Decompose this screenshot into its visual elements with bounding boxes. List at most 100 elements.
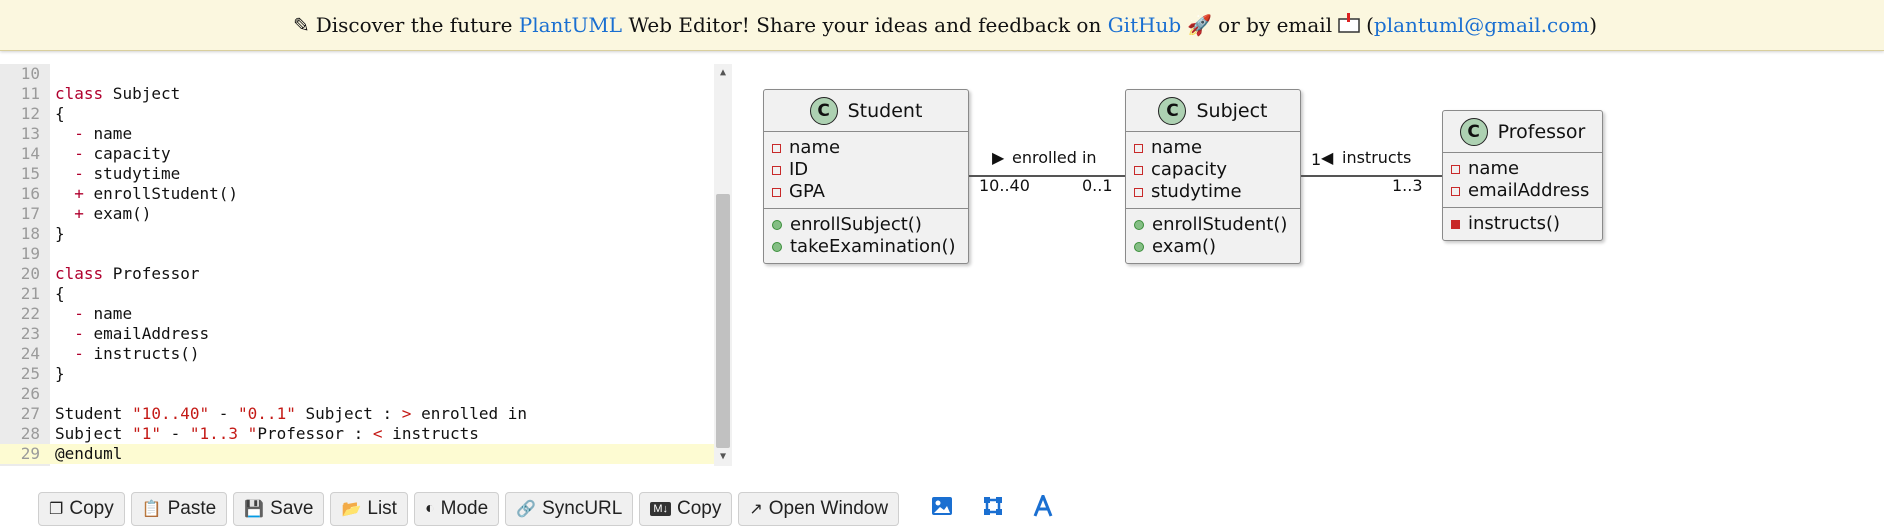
editor-scrollbar[interactable]: ▲ ▼	[714, 64, 732, 466]
code-text: Professor	[103, 264, 200, 283]
private-icon	[772, 143, 781, 153]
public-icon	[1134, 220, 1144, 230]
button-label: SyncURL	[542, 498, 623, 519]
copy-markdown-button[interactable]: M↓ Copy	[639, 492, 733, 526]
code-text: Subject	[103, 84, 181, 103]
button-label: Copy	[677, 498, 722, 519]
code-line[interactable]: 11 class Subject	[0, 84, 714, 104]
email-link[interactable]: plantuml@gmail.com	[1374, 13, 1589, 37]
visibility-modifier: -	[55, 144, 84, 163]
mailbox-icon	[1338, 12, 1360, 38]
private-icon	[1451, 186, 1460, 196]
keyword: class	[55, 84, 104, 103]
paste-button[interactable]: 📋 Paste	[130, 492, 228, 526]
class-header: C Subject	[1126, 90, 1300, 132]
code-text: name	[83, 304, 133, 323]
button-label: Paste	[167, 498, 217, 519]
code-text: Professor :	[257, 424, 373, 443]
line-number: 21	[20, 284, 40, 303]
code-line[interactable]: 16 + enrollStudent()	[0, 184, 714, 204]
code-line[interactable]: 13 - name	[0, 124, 714, 144]
external-link-icon: ↗	[749, 501, 763, 518]
scroll-up-icon[interactable]: ▲	[714, 66, 732, 80]
method-name: enrollSubject()	[790, 214, 922, 235]
string-literal: "0..1"	[238, 404, 296, 423]
code-line[interactable]: 23 - emailAddress	[0, 324, 714, 344]
attribute-name: capacity	[1151, 159, 1227, 180]
crop-icon[interactable]	[983, 496, 1003, 522]
attribute-row: GPA	[772, 181, 958, 203]
scroll-down-icon[interactable]: ▼	[714, 450, 732, 464]
class-badge-icon: C	[1459, 117, 1488, 146]
text-icon[interactable]	[1033, 491, 1053, 523]
image-icon[interactable]	[931, 496, 953, 522]
code-line[interactable]: 24 - instructs()	[0, 344, 714, 364]
line-number: 24	[20, 344, 40, 363]
line-number: 25	[20, 364, 40, 383]
multiplicity-label: 1	[1311, 150, 1322, 169]
private-icon	[1451, 164, 1460, 174]
code-line[interactable]: 15 - studytime	[0, 164, 714, 184]
attribute-name: name	[789, 137, 841, 158]
code-text: exam()	[83, 204, 152, 223]
method-row: instructs()	[1451, 213, 1592, 235]
visibility-modifier: -	[55, 304, 84, 323]
class-name: Professor	[1497, 120, 1586, 143]
line-number: 15	[20, 164, 40, 183]
code-line[interactable]: 22 - name	[0, 304, 714, 324]
private-icon	[772, 165, 781, 175]
line-number: 23	[20, 324, 40, 343]
association-arrow-icon: ▶	[992, 148, 1005, 167]
code-line[interactable]: 12 {	[0, 104, 714, 124]
code-line[interactable]: 27 Student "10..40" - "0..1" Subject : > …	[0, 404, 714, 424]
code-line-active[interactable]: 29 @enduml	[0, 444, 714, 464]
public-icon	[772, 242, 782, 252]
line-number: 18	[20, 224, 40, 243]
syncurl-button[interactable]: 🔗 SyncURL	[505, 492, 634, 526]
code-line[interactable]: 21 {	[0, 284, 714, 304]
visibility-modifier: -	[55, 124, 84, 143]
code-text: enrolled in	[411, 404, 528, 423]
save-button[interactable]: 💾 Save	[233, 492, 325, 526]
attributes-section: name capacity studytime	[1126, 132, 1300, 208]
email-open-paren: (	[1366, 13, 1374, 37]
visibility-modifier: -	[55, 164, 84, 183]
attribute-name: name	[1151, 137, 1203, 158]
line-number: 26	[20, 384, 40, 403]
plantuml-link[interactable]: PlantUML	[519, 13, 622, 37]
code-line[interactable]: 20 class Professor	[0, 264, 714, 284]
code-line[interactable]: 14 - capacity	[0, 144, 714, 164]
method-name: exam()	[1152, 236, 1217, 257]
class-name: Subject	[1196, 99, 1268, 122]
github-link[interactable]: GitHub	[1108, 13, 1182, 37]
mode-button[interactable]: ◐ Mode	[413, 492, 500, 526]
association-label: instructs	[1342, 148, 1412, 167]
code-line[interactable]: 19	[0, 244, 714, 264]
bottom-toolbar: ❐ Copy 📋 Paste 💾 Save 📂 List ◐ Mode 🔗 SyncURL …	[38, 491, 1069, 526]
code-line[interactable]: 18}	[0, 224, 714, 244]
class-professor: C Professor name emailAddress instructs()	[1442, 110, 1603, 241]
attributes-section: name ID GPA	[764, 132, 968, 208]
list-button[interactable]: 📂 List	[330, 492, 408, 526]
copy-button[interactable]: ❐ Copy	[38, 492, 125, 526]
code-line[interactable]: 17 + exam()	[0, 204, 714, 224]
open-window-button[interactable]: ↗ Open Window	[738, 492, 900, 526]
code-line[interactable]: 25}	[0, 364, 714, 384]
method-row: takeExamination()	[772, 236, 958, 258]
email-close-paren: )	[1589, 13, 1598, 37]
method-row: enrollStudent()	[1134, 214, 1290, 236]
visibility-modifier: -	[55, 344, 84, 363]
keyword: class	[55, 264, 104, 283]
scrollbar-thumb[interactable]	[716, 194, 730, 448]
methods-section: enrollStudent() exam()	[1126, 208, 1300, 263]
attribute-name: ID	[789, 159, 809, 180]
code-editor[interactable]: 10 11 class Subject 12 { 13 - name 14 - ca…	[0, 64, 734, 466]
code-line[interactable]: 28 Subject "1" - "1..3 "Professor : < ins…	[0, 424, 714, 444]
code-line[interactable]: 26	[0, 384, 714, 404]
line-number: 10	[20, 64, 40, 83]
button-label: List	[367, 498, 397, 519]
attributes-section: name emailAddress	[1443, 153, 1602, 207]
visibility-modifier: +	[55, 204, 84, 223]
code-line[interactable]: 10	[0, 64, 714, 84]
visibility-modifier: +	[55, 184, 84, 203]
